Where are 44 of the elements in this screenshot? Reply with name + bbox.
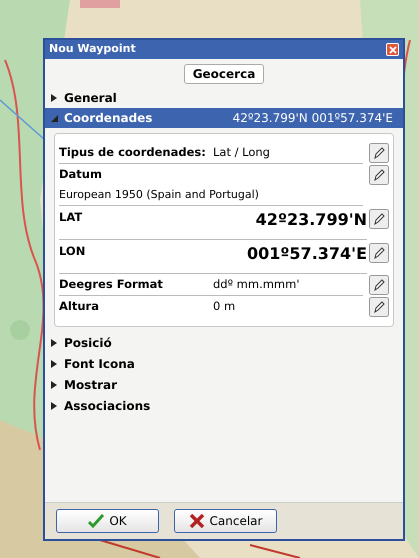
section-title: Mostrar	[64, 376, 118, 394]
section-header[interactable]: Mostrar	[45, 374, 403, 395]
collapsed-triangle-icon	[51, 338, 58, 346]
field-value: 0 m	[213, 298, 236, 316]
coordinate-value: 001º57.374'E	[247, 243, 367, 265]
window-title: Nou Waypoint	[49, 41, 136, 58]
pencil-icon[interactable]	[369, 143, 389, 163]
field-label: Altura	[59, 298, 100, 316]
section-title: Coordenades	[64, 110, 154, 127]
field-label: LAT	[59, 209, 82, 226]
pencil-icon[interactable]	[369, 275, 389, 295]
coordinate-summary: 42º23.799'N 001º57.374'E	[232, 110, 393, 127]
field-value: Lat / Long	[213, 144, 270, 161]
collapsed-triangle-icon	[51, 380, 58, 388]
section-title: General	[64, 90, 118, 106]
section-header[interactable]: Posició	[45, 332, 403, 353]
field-label: Datum	[59, 166, 103, 184]
pencil-icon[interactable]	[369, 243, 389, 263]
expanded-triangle-icon	[51, 114, 58, 122]
checkmark-icon	[88, 514, 104, 528]
pencil-icon[interactable]	[369, 297, 389, 317]
section-header[interactable]: General	[45, 87, 403, 108]
collapsed-triangle-icon	[51, 360, 58, 368]
section-header[interactable]: Associacions	[45, 395, 403, 416]
section-title: Font Icona	[64, 356, 136, 372]
field-label: LON	[59, 243, 86, 260]
section-title: Posició	[64, 334, 113, 352]
field-label: Tipus de coordenades:	[59, 144, 207, 161]
field-label: Deegres Format	[59, 276, 164, 293]
pencil-icon[interactable]	[369, 209, 389, 229]
collapsed-triangle-icon	[51, 94, 58, 102]
cancel-button[interactable]: Cancelar	[174, 509, 277, 533]
coordinate-value: 42º23.799'N	[256, 209, 367, 231]
section-header[interactable]: Coordenades 42º23.799'N 001º57.374'E	[45, 108, 403, 128]
geofence-button[interactable]: Geocerca	[184, 64, 264, 84]
ok-button[interactable]: OK	[56, 509, 159, 533]
section-header[interactable]: Font Icona	[45, 353, 403, 374]
section-title: Associacions	[64, 398, 152, 414]
field-value: ddº mm.mmm'	[213, 276, 300, 293]
collapsed-triangle-icon	[51, 402, 58, 410]
close-icon[interactable]	[386, 43, 399, 56]
field-value: European 1950 (Spain and Portugal)	[59, 187, 259, 204]
close-icon	[188, 514, 205, 528]
pencil-icon[interactable]	[369, 165, 389, 185]
